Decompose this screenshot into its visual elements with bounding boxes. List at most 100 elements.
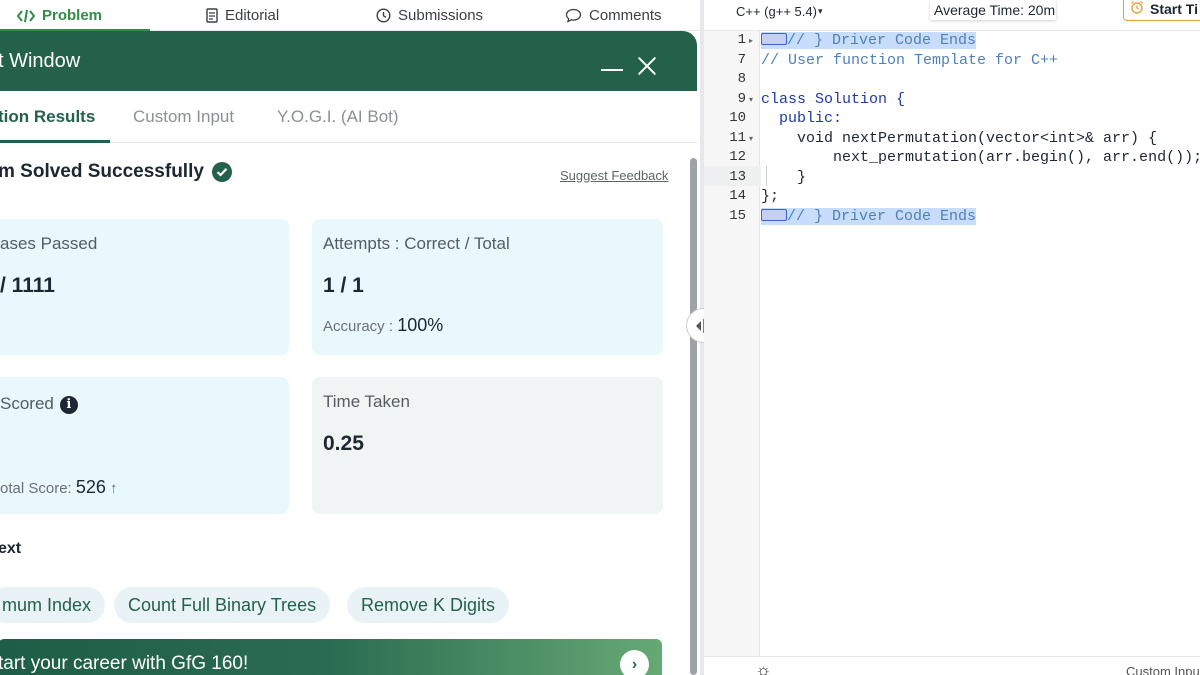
time-taken-card: Time Taken 0.25 <box>312 377 663 514</box>
time-taken-value: 0.25 <box>323 432 364 455</box>
tab-submissions[interactable]: Submissions <box>376 0 483 31</box>
code-line-15-text: // } Driver Code Ends <box>787 207 977 225</box>
problem-nav-bar: Problem Editorial Submissions Comments <box>0 0 703 31</box>
result-window-header: t Window <box>0 31 697 91</box>
alarm-clock-icon <box>1130 0 1144 17</box>
total-score-label: otal Score: <box>0 480 72 497</box>
code-line: // } Driver Code Ends <box>761 31 1200 51</box>
fold-arrow-icon[interactable]: ▾ <box>749 90 753 110</box>
accuracy-label: Accuracy : <box>323 318 394 335</box>
info-icon[interactable]: i <box>59 395 78 414</box>
code-line: // } Driver Code Ends <box>761 207 1200 227</box>
score-label: Scored <box>0 394 54 413</box>
code-line-10-text: public: <box>761 110 843 127</box>
result-window: t Window tion Results Custom Input Y.O.G… <box>0 31 697 675</box>
code-icon <box>17 9 35 23</box>
minimize-button[interactable] <box>600 48 624 72</box>
line-number: 11 <box>729 129 746 146</box>
attempts-card: Attempts : Correct / Total 1 / 1 Accurac… <box>312 219 663 355</box>
line-number: 12 <box>729 149 746 165</box>
test-cases-card: ases Passed / 1111 <box>0 219 289 355</box>
accuracy-row: Accuracy : 100% <box>323 315 443 336</box>
code-line: public: <box>761 109 1200 129</box>
code-line-15: // } Driver Code Ends <box>761 207 977 225</box>
tab-editorial[interactable]: Editorial <box>206 0 279 31</box>
result-window-title: t Window <box>0 50 81 72</box>
tab-yogi-ai-bot[interactable]: Y.O.G.I. (AI Bot) <box>277 107 399 127</box>
custom-input-toggle[interactable]: Custom Inpu <box>1126 664 1200 675</box>
close-button[interactable] <box>636 55 658 77</box>
time-taken-label: Time Taken <box>323 392 410 411</box>
code-line-13-text: } <box>761 168 807 186</box>
code-line: next_permutation(arr.begin(), arr.end())… <box>761 148 1200 168</box>
check-circle-icon <box>211 162 232 182</box>
next-problem-chip[interactable]: Remove K Digits <box>347 587 510 623</box>
code-line: } <box>761 168 1200 188</box>
tab-comments[interactable]: Comments <box>565 0 662 31</box>
code-line-9-text: class Solution { <box>761 90 906 108</box>
line-number: 13 <box>729 168 746 185</box>
active-subtab-underline <box>0 140 110 143</box>
chevron-right-icon[interactable]: › <box>620 650 649 675</box>
test-cases-value: / 1111 <box>0 274 55 297</box>
average-time: Average Time: 20m <box>930 0 1056 20</box>
code-line-11-text: void nextPermutation(vector<int>& arr) { <box>761 129 1158 147</box>
fold-arrow-icon[interactable]: ▾ <box>749 129 753 149</box>
caret-down-icon: ▾ <box>817 5 823 16</box>
result-subtabs: tion Results Custom Input Y.O.G.I. (AI B… <box>0 91 697 143</box>
suggest-feedback-link[interactable]: Suggest Feedback <box>560 168 668 183</box>
line-number: 9 <box>737 90 746 107</box>
code-line-7-text: // User function Template for C++ <box>761 51 1059 69</box>
next-problem-chip[interactable]: mum Index <box>0 587 106 623</box>
banner-text: tart your career with GfG 160! <box>0 653 249 674</box>
tab-editorial-label: Editorial <box>225 7 280 24</box>
fold-arrow-icon[interactable]: ▸ <box>749 31 753 51</box>
line-number: 10 <box>729 110 746 126</box>
code-line-12-text: next_permutation(arr.begin(), arr.end())… <box>761 149 1200 166</box>
start-timer-label: Start Ti <box>1150 0 1198 17</box>
code-line: // User function Template for C++ <box>761 51 1200 71</box>
line-number: 8 <box>737 71 746 87</box>
code-line-1: // } Driver Code Ends <box>761 32 977 49</box>
score-card: Scored i otal Score: 526 ↑ <box>0 377 289 514</box>
fold-marker-icon[interactable] <box>761 208 787 221</box>
code-line-1-text: // } Driver Code Ends <box>787 32 977 49</box>
tab-comments-label: Comments <box>589 7 662 24</box>
scrollbar[interactable] <box>690 158 697 675</box>
sun-icon[interactable]: ☼ <box>755 660 772 675</box>
code-line-14-text: }; <box>761 188 780 205</box>
tab-custom-input[interactable]: Custom Input <box>133 107 234 127</box>
comment-icon <box>565 8 582 23</box>
start-timer-button[interactable]: Start Ti <box>1123 0 1200 21</box>
attempts-label: Attempts : Correct / Total <box>323 234 510 253</box>
indent-guide <box>766 166 767 186</box>
tab-compilation-results[interactable]: tion Results <box>0 107 95 127</box>
gfg160-banner[interactable]: tart your career with GfG 160! › <box>0 639 662 675</box>
code-line: void nextPermutation(vector<int>& arr) { <box>761 129 1200 149</box>
score-label-row: Scored i <box>0 394 78 414</box>
solved-status: m Solved Successfully <box>0 161 232 183</box>
accuracy-value: 100% <box>397 315 444 335</box>
code-line: class Solution { <box>761 90 1200 110</box>
arrow-up-icon: ↑ <box>109 480 118 497</box>
next-problem-chip[interactable]: Count Full Binary Trees <box>114 587 331 623</box>
code-editor[interactable]: // } Driver Code Ends // User function T… <box>761 31 1200 656</box>
code-line: }; <box>761 187 1200 207</box>
tab-problem-label: Problem <box>42 7 103 24</box>
total-score-row: otal Score: 526 ↑ <box>0 477 117 498</box>
tab-problem[interactable]: Problem <box>17 0 102 31</box>
document-icon <box>206 8 218 23</box>
language-select[interactable]: C++ (g++ 5.4) ▾ <box>730 0 829 22</box>
solved-status-text: m Solved Successfully <box>0 161 204 182</box>
test-cases-label: ases Passed <box>0 234 98 253</box>
total-score-value: 526 <box>75 477 106 497</box>
clock-icon <box>376 8 391 23</box>
attempts-value: 1 / 1 <box>323 274 364 297</box>
fold-marker-icon[interactable] <box>761 33 787 46</box>
line-number: 7 <box>737 51 746 68</box>
next-problems-heading: ext <box>0 540 22 557</box>
line-number: 1 <box>737 32 746 48</box>
line-number: 14 <box>729 188 746 204</box>
tab-submissions-label: Submissions <box>398 7 484 24</box>
